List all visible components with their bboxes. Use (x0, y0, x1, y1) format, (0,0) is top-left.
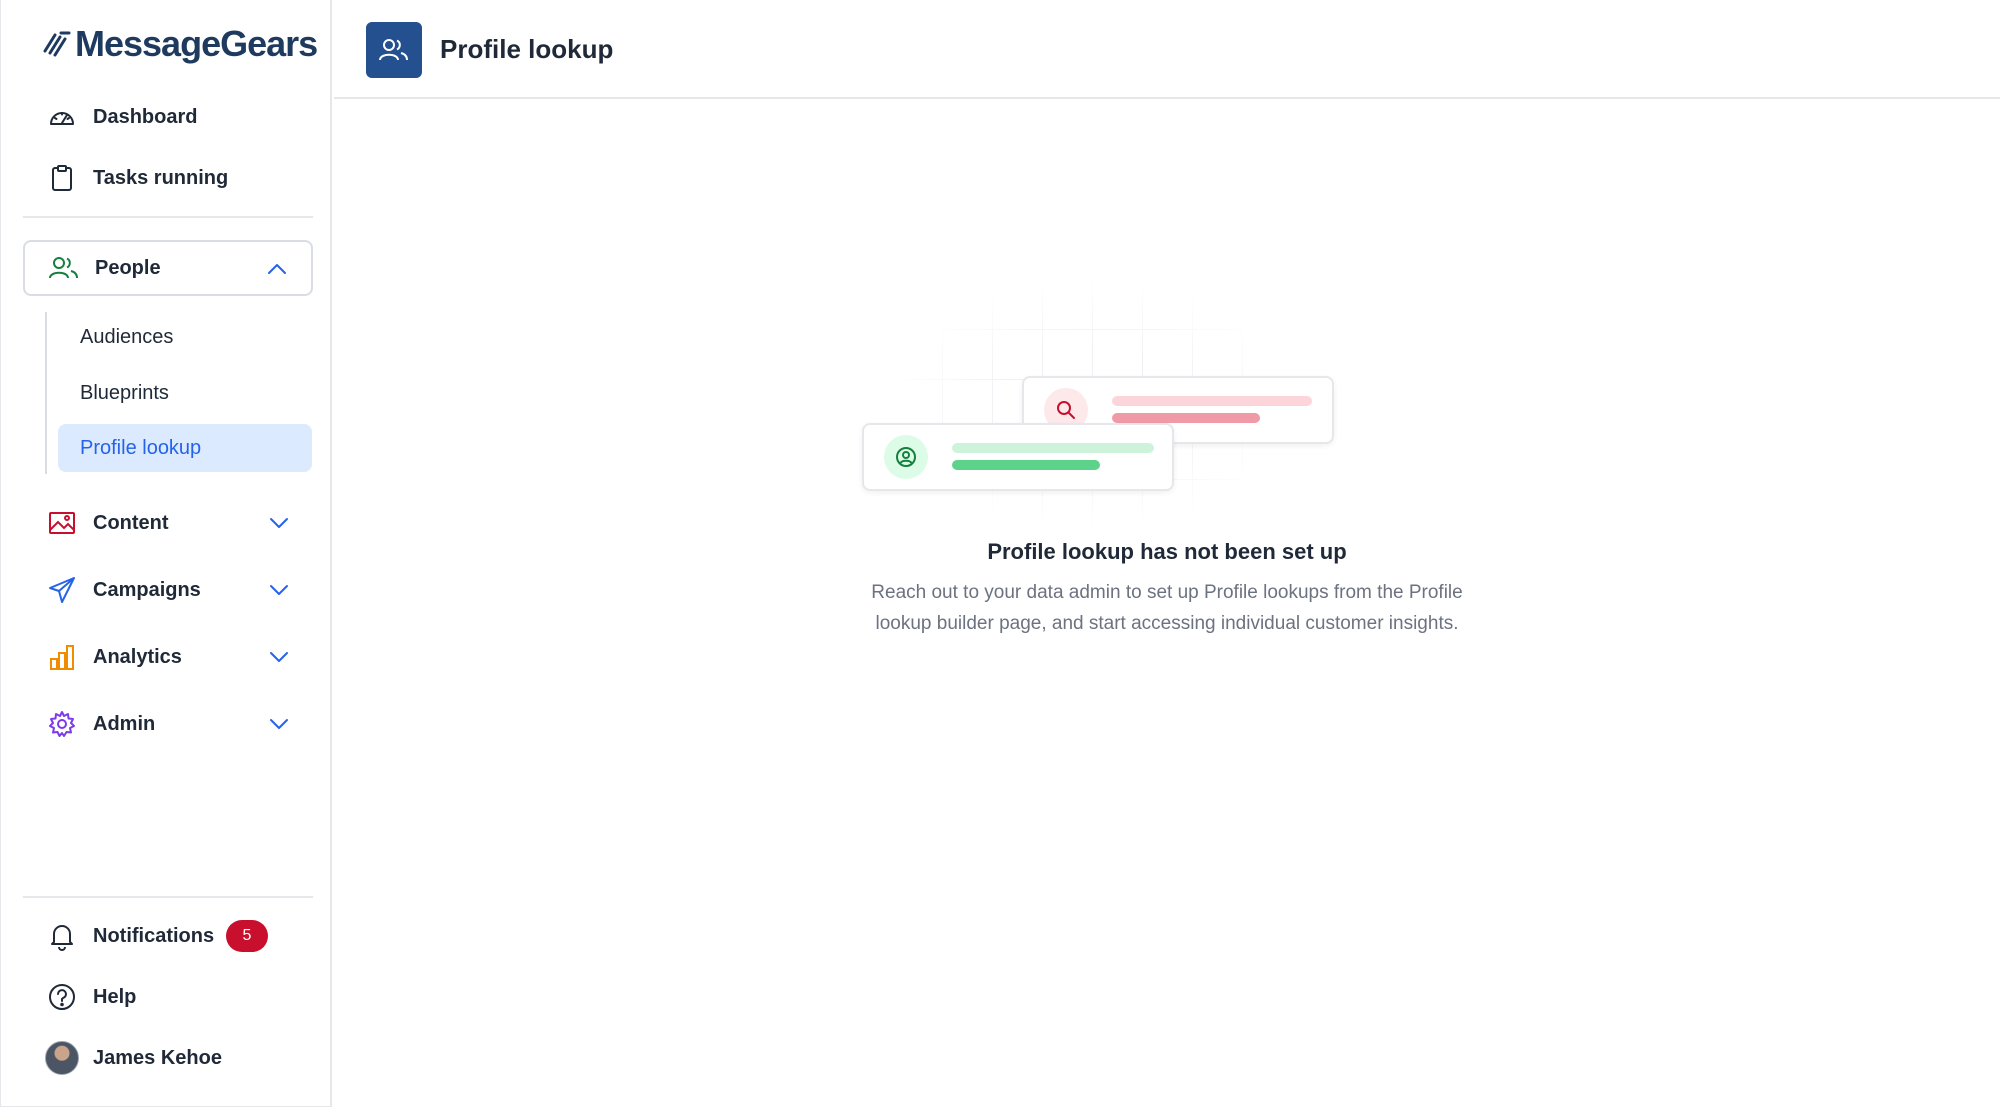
bar-chart-icon (45, 640, 79, 674)
sidebar-item-label: Analytics (93, 645, 182, 668)
sidebar-item-tasks-running[interactable]: Tasks running (23, 151, 313, 205)
sidebar-item-label: Help (93, 985, 137, 1008)
placeholder-bar (1112, 413, 1260, 423)
sidebar-item-label: Tasks running (93, 166, 229, 189)
avatar (45, 1041, 79, 1075)
sidebar-subitem-profile-lookup[interactable]: Profile lookup (58, 424, 312, 472)
gauge-icon (45, 100, 79, 134)
sidebar-item-content[interactable]: Content (23, 496, 313, 550)
sidebar-item-user-profile[interactable]: James Kehoe (23, 1031, 313, 1085)
sidebar-item-label: Admin (93, 712, 156, 735)
sidebar-item-people[interactable]: People (23, 240, 313, 296)
sidebar-item-dashboard[interactable]: Dashboard (23, 90, 313, 144)
sidebar-item-admin[interactable]: Admin (23, 697, 313, 751)
empty-state-title: Profile lookup has not been set up (987, 539, 1347, 564)
page-header: Profile lookup (334, 0, 2000, 99)
chevron-down-icon[interactable] (267, 578, 291, 602)
image-icon (45, 506, 79, 540)
sidebar-item-label: Dashboard (93, 105, 198, 128)
sidebar: MessageGears Dashboard Tasks running Peo… (0, 0, 332, 1107)
notification-count-badge: 5 (226, 920, 268, 952)
placeholder-bar (952, 443, 1154, 453)
question-icon (45, 980, 79, 1014)
sidebar-item-label: Content (93, 511, 169, 534)
messagegears-logo-icon (43, 31, 71, 57)
placeholder-bar (952, 460, 1100, 470)
avatar-wrapper (45, 1041, 79, 1075)
chevron-up-icon[interactable] (265, 257, 289, 281)
sidebar-item-notifications[interactable]: Notifications 5 (23, 909, 313, 963)
people-icon (47, 251, 81, 285)
sidebar-item-label: People (95, 256, 161, 279)
subnav-guide-line (45, 312, 47, 474)
sidebar-item-help[interactable]: Help (23, 970, 313, 1024)
placeholder-bar (1112, 396, 1312, 406)
bell-icon (45, 919, 79, 953)
header-people-icon (366, 22, 422, 78)
empty-state-illustration (862, 269, 1342, 529)
chevron-down-icon[interactable] (267, 712, 291, 736)
illustration-profile-card (862, 423, 1174, 491)
brand-logo[interactable]: MessageGears (41, 22, 318, 66)
page-title: Profile lookup (440, 34, 614, 64)
sidebar-divider (23, 896, 313, 898)
sidebar-subitem-blueprints[interactable]: Blueprints (58, 369, 312, 417)
sidebar-item-analytics[interactable]: Analytics (23, 630, 313, 684)
user-name: James Kehoe (93, 1046, 222, 1069)
paper-plane-icon (45, 573, 79, 607)
sidebar-divider (23, 216, 313, 218)
chevron-down-icon[interactable] (267, 645, 291, 669)
gear-icon (45, 707, 79, 741)
user-circle-icon (884, 435, 928, 479)
sidebar-subitem-audiences[interactable]: Audiences (58, 313, 312, 361)
empty-state-description: Reach out to your data admin to set up P… (871, 582, 1463, 634)
sidebar-item-campaigns[interactable]: Campaigns (23, 563, 313, 617)
clipboard-icon (45, 161, 79, 195)
chevron-down-icon[interactable] (267, 511, 291, 535)
sidebar-item-label: Campaigns (93, 578, 201, 601)
sidebar-item-label: Notifications (93, 924, 215, 947)
brand-name: MessageGears (75, 23, 318, 64)
empty-state: Profile lookup has not been set up Reach… (334, 99, 2000, 1107)
